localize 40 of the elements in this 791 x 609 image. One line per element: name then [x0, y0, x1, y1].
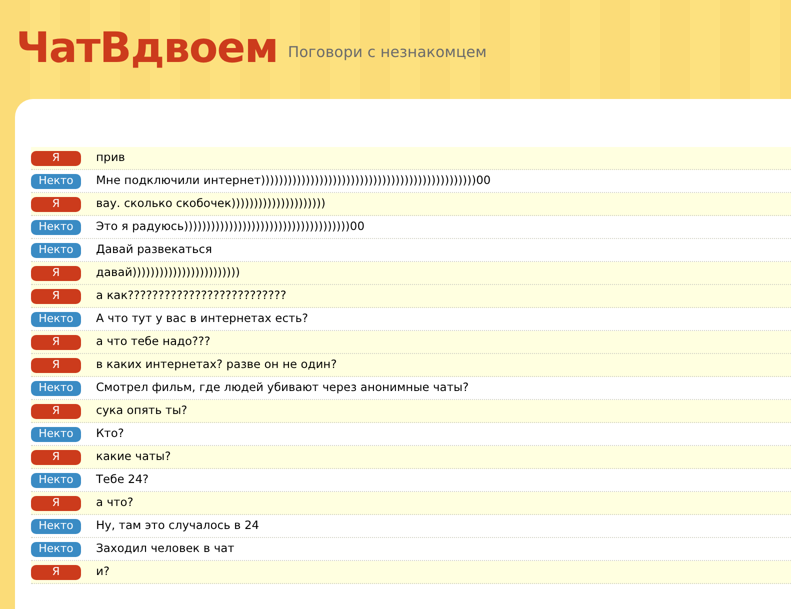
sender-badge: Я	[31, 358, 81, 372]
sender-badge: Я	[31, 150, 81, 166]
sender-badge: Я	[31, 266, 81, 280]
sender-badge: Я	[31, 450, 81, 464]
sender-badge: Некто	[31, 242, 81, 258]
sender-badge: Я	[31, 334, 81, 350]
message-text: Это я радуюсь)))))))))))))))))))))))))))))))))))))00	[96, 218, 365, 236]
message-text: Давай развекаться	[96, 241, 212, 258]
sender-badge: Некто	[31, 312, 81, 326]
tagline: Поговори с незнакомцем	[288, 42, 487, 62]
message-text: А что тут у вас в интернетах есть?	[96, 310, 308, 328]
message-text: а что?	[96, 494, 134, 512]
message-text: Ну, там это случалось в 24	[96, 517, 260, 534]
sender-badge: Некто	[31, 542, 81, 556]
sender-badge: Некто	[31, 220, 81, 234]
message-text: какие чаты?	[96, 448, 171, 466]
message-text: а что тебе надо???	[96, 333, 210, 350]
sender-badge: Некто	[31, 426, 81, 442]
sender-badge: Я	[31, 288, 81, 304]
message-text: Смотрел фильм, где людей убивают через анонимные чаты?	[96, 379, 469, 396]
message-text: и?	[96, 563, 110, 580]
sender-badge: Я	[31, 564, 81, 580]
message-text: вау. сколько скобочек)))))))))))))))))))))	[96, 195, 326, 212]
sender-badge: Некто	[31, 380, 81, 396]
message-text: а как??????????????????????????	[96, 287, 286, 304]
message-text: Заходил человек в чат	[96, 540, 234, 558]
sender-badge: Я	[31, 196, 81, 212]
sender-badge: Некто	[31, 174, 81, 188]
message-text: в каких интернетах? разве он не один?	[96, 356, 337, 374]
sender-badge: Я	[31, 496, 81, 510]
message-text: Мне подключили интернет))))))))))))))))))))))))))))))))))))))))))))))))00	[96, 172, 491, 190]
logo: ЧатВдвоем	[16, 27, 278, 69]
message-text: Кто?	[96, 425, 124, 442]
message-text: сука опять ты?	[96, 402, 188, 420]
message-text: Тебе 24?	[96, 471, 149, 488]
sender-badge: Я	[31, 404, 81, 418]
sender-badge: Некто	[31, 472, 81, 488]
message-text: прив	[96, 149, 126, 166]
message-text: давай))))))))))))))))))))))))	[96, 264, 240, 282]
sender-badge: Некто	[31, 518, 81, 534]
